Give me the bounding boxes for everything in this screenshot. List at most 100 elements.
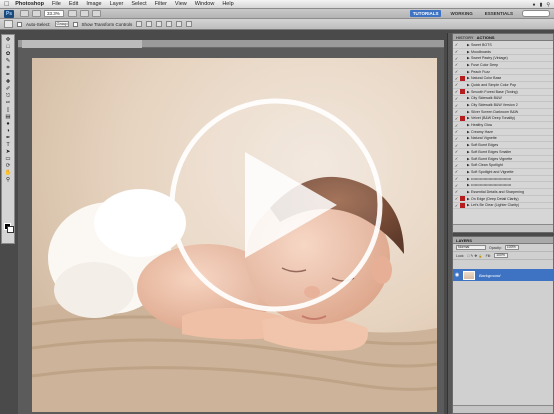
action-toggle-check-icon[interactable]: ✓	[454, 156, 459, 161]
action-dialog-toggle[interactable]	[460, 176, 465, 181]
action-toggle-check-icon[interactable]: ✓	[454, 129, 459, 134]
action-dialog-toggle[interactable]	[460, 123, 465, 128]
menu-filter[interactable]: Filter	[155, 1, 167, 7]
action-toggle-check-icon[interactable]: ✓	[454, 82, 459, 87]
auto-select-checkbox[interactable]	[17, 21, 22, 27]
launch-minibridge-button[interactable]	[32, 10, 41, 17]
action-dialog-toggle[interactable]	[460, 183, 465, 188]
action-toggle-check-icon[interactable]: ✓	[454, 169, 459, 174]
blur-tool-icon[interactable]: ●	[3, 121, 13, 127]
video-play-button[interactable]	[167, 96, 385, 314]
align-top-button[interactable]	[136, 21, 143, 27]
action-toggle-check-icon[interactable]: ✓	[454, 89, 459, 94]
action-row[interactable]: ✓ ▶ Natural Vignette	[453, 136, 553, 143]
menu-edit[interactable]: Edit	[69, 1, 78, 7]
type-tool-icon[interactable]: T	[3, 142, 13, 148]
action-row[interactable]: ✓ ▶ Smooth Forest Base (Toning)	[453, 89, 553, 96]
shape-tool-icon[interactable]: ▭	[3, 156, 13, 162]
action-dialog-toggle[interactable]	[460, 103, 465, 108]
action-dialog-toggle[interactable]	[460, 196, 465, 202]
action-dialog-toggle[interactable]	[460, 82, 465, 87]
action-row[interactable]: ✓ ▶ Sweet BOTS	[453, 42, 553, 49]
action-toggle-check-icon[interactable]: ✓	[454, 116, 459, 121]
align-left-button[interactable]	[166, 21, 173, 27]
healing-brush-tool-icon[interactable]: ✚	[3, 79, 13, 85]
visibility-eye-icon[interactable]: ◉	[453, 272, 461, 278]
menu-help[interactable]: Help	[222, 1, 233, 7]
action-row[interactable]: ✓ ▶ Peach Fuzz	[453, 69, 553, 76]
action-toggle-check-icon[interactable]: ✓	[454, 109, 459, 114]
opacity-field[interactable]: 100%	[504, 245, 519, 250]
align-center-button[interactable]	[176, 21, 183, 27]
workspace-essentials[interactable]: ESSENTIALS	[482, 10, 516, 17]
lock-icons[interactable]: □ ✎ ✥ 🔒	[467, 254, 482, 258]
background-color-swatch[interactable]	[7, 226, 14, 233]
action-row[interactable]: ✓ ▶ Moodboards	[453, 49, 553, 56]
show-transform-checkbox[interactable]	[72, 21, 78, 27]
action-row[interactable]: ✓ ▶ City Sidewalk B&W Version 2	[453, 102, 553, 109]
action-row[interactable]: ✓ ▶ Silver Screen Darkroom B&W	[453, 109, 553, 116]
action-dialog-toggle[interactable]	[460, 42, 465, 47]
layer-name[interactable]: Background	[479, 273, 500, 278]
layer-row-background[interactable]: ◉ Background	[453, 269, 553, 281]
auto-select-dropdown[interactable]: Group	[54, 21, 69, 27]
screen-mode-button[interactable]	[92, 10, 101, 17]
action-dialog-toggle[interactable]	[460, 75, 465, 81]
action-row[interactable]: ✓ ▶ Quick and Simple Color Pop	[453, 82, 553, 89]
action-row[interactable]: ✓ ▶ Soft Burnt Edges Smaller	[453, 149, 553, 156]
battery-icon[interactable]: ▮	[540, 2, 543, 8]
menu-image[interactable]: Image	[86, 1, 101, 7]
clone-stamp-tool-icon[interactable]: ⎋	[3, 93, 13, 99]
action-dialog-toggle[interactable]	[460, 56, 465, 61]
action-toggle-check-icon[interactable]: ✓	[454, 56, 459, 61]
workspace-working[interactable]: WORKING	[447, 10, 475, 17]
action-row[interactable]: ✓ ▶ Essential Details and Sharpening	[453, 189, 553, 196]
action-toggle-check-icon[interactable]: ✓	[454, 143, 459, 148]
blend-mode-dropdown[interactable]: Normal	[456, 245, 486, 250]
action-row[interactable]: ✓ ▶ ••••••••••••••••••••••••••••••••	[453, 182, 553, 190]
action-row[interactable]: ✓ ▶ Natural Color Base	[453, 75, 553, 83]
action-row[interactable]: ✓ ▶ Soft Spotlight and Vignette	[453, 169, 553, 176]
marquee-tool-icon[interactable]: □	[3, 44, 13, 50]
action-dialog-toggle[interactable]	[460, 143, 465, 148]
action-row[interactable]: ✓ ▶ Velvet (B&W Deep Tonality)	[453, 115, 553, 123]
action-row[interactable]: ✓ ▶ Creamy Haze	[453, 129, 553, 136]
workspace-tutorials[interactable]: TUTORIALS	[409, 10, 442, 17]
zoom-tool-icon[interactable]: ⚲	[3, 177, 13, 183]
action-row[interactable]: ✓ ▶ City Sidewalk B&W	[453, 96, 553, 103]
action-row[interactable]: ✓ ▶ Soft Burnt Edges	[453, 142, 553, 149]
eraser-tool-icon[interactable]: ▯	[3, 107, 13, 113]
action-dialog-toggle[interactable]	[460, 149, 465, 154]
action-row[interactable]: ✓ ▶ Soft Clean Spotlight	[453, 162, 553, 170]
fill-field[interactable]: 100%	[494, 253, 509, 258]
action-toggle-check-icon[interactable]: ✓	[454, 176, 459, 181]
pen-tool-icon[interactable]: ✒	[3, 135, 13, 141]
action-toggle-check-icon[interactable]: ✓	[454, 62, 459, 67]
arrange-documents-button[interactable]	[80, 10, 89, 17]
apple-icon[interactable]: 	[4, 0, 9, 9]
menu-layer[interactable]: Layer	[110, 1, 124, 7]
view-extras-button[interactable]	[68, 10, 77, 17]
action-toggle-check-icon[interactable]: ✓	[454, 69, 459, 74]
action-row[interactable]: ✓ ▶ Let's Be Clear (Lighter Clarity)	[453, 202, 553, 210]
action-toggle-check-icon[interactable]: ✓	[454, 103, 459, 108]
action-dialog-toggle[interactable]	[460, 96, 465, 101]
action-row[interactable]: ✓ ▶ ••••••••••••••••••••••••••••••••	[453, 176, 553, 183]
help-search-input[interactable]	[522, 10, 550, 17]
path-select-tool-icon[interactable]: ➤	[3, 149, 13, 155]
document-tab[interactable]	[22, 40, 142, 48]
action-toggle-check-icon[interactable]: ✓	[454, 163, 459, 168]
brush-tool-icon[interactable]: ✐	[3, 86, 13, 92]
history-brush-tool-icon[interactable]: ✑	[3, 100, 13, 106]
align-right-button[interactable]	[186, 21, 193, 27]
action-dialog-toggle[interactable]	[460, 136, 465, 141]
launch-bridge-button[interactable]	[20, 10, 29, 17]
menu-view[interactable]: View	[175, 1, 187, 7]
action-dialog-toggle[interactable]	[460, 115, 465, 121]
action-row[interactable]: ✓ ▶ Soft Burnt Edges Vignette	[453, 156, 553, 163]
action-row[interactable]: ✓ ▶ On Edge (Deep Detail Clarity)	[453, 196, 553, 203]
action-dialog-toggle[interactable]	[460, 156, 465, 161]
action-toggle-check-icon[interactable]: ✓	[454, 149, 459, 154]
tab-layers[interactable]: LAYERS	[456, 238, 472, 243]
align-bottom-button[interactable]	[156, 21, 163, 27]
